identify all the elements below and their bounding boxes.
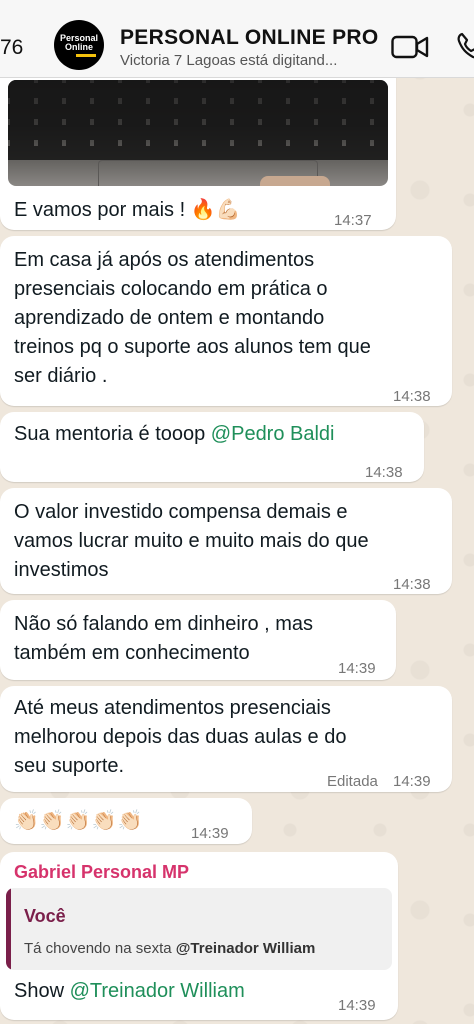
clapping-emojis: 👏🏻👏🏻👏🏻👏🏻👏🏻 xyxy=(14,808,144,832)
avatar-text-line2: Online xyxy=(64,41,93,52)
keyboard-keys xyxy=(8,80,388,160)
photo-laptop-keyboard[interactable] xyxy=(8,80,388,186)
edited-label: Editada xyxy=(327,773,378,790)
finger xyxy=(260,176,330,186)
reply-mention: @Treinador William xyxy=(175,940,316,957)
message-time: 14:38 xyxy=(393,576,431,593)
message-line: aprendizado de ontem e montando xyxy=(14,307,325,329)
message-line: vamos lucrar muito e muito mais do que xyxy=(14,530,369,552)
message-bubble[interactable]: 👏🏻👏🏻👏🏻👏🏻👏🏻 14:39 xyxy=(0,798,252,844)
message-line: investimos xyxy=(14,559,109,581)
message-bubble[interactable]: Não só falando em dinheiro , mas também … xyxy=(0,600,396,680)
message-time: 14:38 xyxy=(365,464,403,481)
back-unread-count[interactable]: 76 xyxy=(0,36,23,60)
message-text: Até meus atendimentos presenciais melhor… xyxy=(14,694,346,781)
message-line: Até meus atendimentos presenciais xyxy=(14,697,331,719)
message-line: O valor investido compensa demais e xyxy=(14,501,348,523)
message-text: E vamos por mais ! 🔥💪🏻 xyxy=(14,199,241,221)
message-time: 14:39 xyxy=(338,660,376,677)
message-line: presenciais colocando em prática o xyxy=(14,278,328,300)
message-line: treinos pq o suporte aos alunos tem que xyxy=(14,336,371,358)
reply-text: Tá chovendo na sexta @Treinador William xyxy=(24,934,315,963)
video-call-icon[interactable] xyxy=(391,34,429,60)
message-text: O valor investido compensa demais e vamo… xyxy=(14,498,369,585)
message-bubble-reply[interactable]: Gabriel Personal MP Você Tá chovendo na … xyxy=(0,852,398,1020)
message-time: 14:39 xyxy=(191,825,229,842)
contact-name[interactable]: PERSONAL ONLINE PRO xyxy=(120,26,379,50)
message-time: 14:38 xyxy=(393,388,431,405)
message-line: também em conhecimento xyxy=(14,642,250,664)
reply-bar xyxy=(6,888,11,970)
reply-text-prefix: Tá chovendo na sexta xyxy=(24,940,176,957)
reply-author: Você xyxy=(24,906,66,926)
message-text: Em casa já após os atendimentos presenci… xyxy=(14,246,371,391)
message-bubble[interactable]: Em casa já após os atendimentos presenci… xyxy=(0,236,452,406)
message-text: Não só falando em dinheiro , mas também … xyxy=(14,610,313,668)
message-line: melhorou depois das duas aulas e do xyxy=(14,726,347,748)
message-bubble[interactable]: Sua mentoria é tooop @Pedro Baldi 14:38 xyxy=(0,412,424,482)
mention-link[interactable]: @Pedro Baldi xyxy=(211,423,335,445)
message-bubble[interactable]: O valor investido compensa demais e vamo… xyxy=(0,488,452,594)
avatar-logo-bar xyxy=(76,53,96,57)
message-line: ser diário . xyxy=(14,365,108,387)
message-time: 14:39 xyxy=(393,773,431,790)
phone-call-icon[interactable] xyxy=(456,32,474,60)
quoted-reply[interactable]: Você Tá chovendo na sexta @Treinador Wil… xyxy=(6,888,392,970)
message-bubble-photo[interactable]: E vamos por mais ! 🔥💪🏻 14:37 xyxy=(0,60,396,230)
message-time: 14:39 xyxy=(338,997,376,1014)
message-line: Não só falando em dinheiro , mas xyxy=(14,613,314,635)
message-line: seu suporte. xyxy=(14,755,125,777)
message-text: Show @Treinador William xyxy=(14,977,245,1006)
message-text-prefix: Show xyxy=(14,980,70,1002)
message-bubble[interactable]: Até meus atendimentos presenciais melhor… xyxy=(0,686,452,792)
avatar[interactable]: Personal Online xyxy=(54,20,104,70)
message-text-prefix: Sua mentoria é tooop xyxy=(14,423,211,445)
chat-header: 76 Personal Online PERSONAL ONLINE PRO V… xyxy=(0,0,474,78)
sender-name[interactable]: Gabriel Personal MP xyxy=(14,858,189,887)
message-line: Em casa já após os atendimentos xyxy=(14,249,315,271)
message-text: Sua mentoria é tooop @Pedro Baldi xyxy=(14,420,335,449)
message-time: 14:37 xyxy=(334,212,372,229)
typing-status: Victoria 7 Lagoas está digitand... xyxy=(120,52,338,69)
mention-link[interactable]: @Treinador William xyxy=(70,980,245,1002)
